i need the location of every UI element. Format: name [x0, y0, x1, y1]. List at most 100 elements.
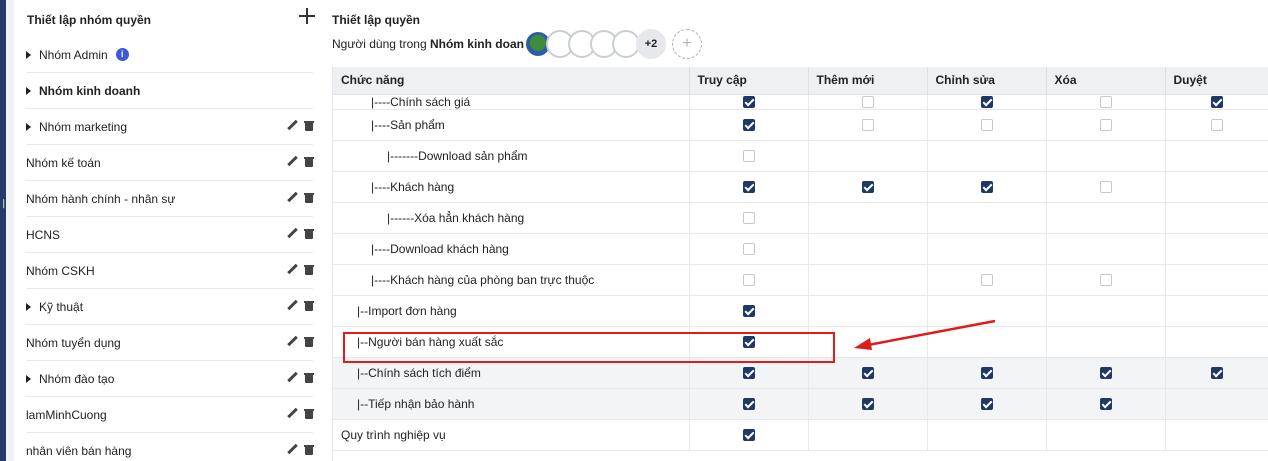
permission-cell [927, 264, 1047, 296]
group-item[interactable]: Nhóm Admin i [26, 37, 313, 73]
checkbox-unchecked[interactable] [742, 274, 755, 287]
group-actions [287, 336, 314, 347]
trash-icon[interactable] [304, 372, 314, 383]
caret-right-icon[interactable] [26, 122, 31, 131]
checkbox-unchecked[interactable] [1099, 96, 1112, 109]
checkbox-checked[interactable] [980, 181, 993, 194]
group-item[interactable]: Nhóm CSKH [26, 253, 314, 289]
checkbox-checked[interactable] [1211, 96, 1223, 109]
checkbox-unchecked[interactable] [980, 119, 993, 132]
checkbox-checked[interactable] [1211, 367, 1223, 380]
checkbox-checked[interactable] [861, 398, 874, 411]
trash-icon[interactable] [304, 192, 314, 203]
trash-icon[interactable] [304, 120, 314, 131]
column-header: Chỉnh sửa [927, 67, 1047, 95]
group-item[interactable]: Nhóm đào tạo [26, 361, 314, 397]
checkbox-checked[interactable] [742, 181, 755, 194]
more-users-badge[interactable]: +2 [636, 29, 666, 59]
group-item[interactable]: Kỹ thuật [26, 289, 314, 325]
permission-cell [1046, 388, 1166, 420]
group-item[interactable]: Nhóm hành chính - nhân sự [26, 181, 314, 217]
permission-cell [808, 264, 928, 296]
permission-cell [927, 295, 1047, 327]
permission-table-wrap[interactable]: Chức năng Truy cập Thêm mới Chỉnh sửa Xóa Duy… [332, 67, 1268, 461]
group-item[interactable]: HCNS [26, 217, 314, 253]
group-item[interactable]: Nhóm tuyển dụng [26, 325, 314, 361]
caret-right-icon[interactable] [26, 374, 31, 383]
info-icon[interactable]: i [115, 48, 129, 61]
checkbox-unchecked[interactable] [1211, 119, 1223, 132]
checkbox-checked[interactable] [1099, 367, 1112, 380]
checkbox-checked[interactable] [742, 367, 755, 380]
trash-icon[interactable] [304, 228, 314, 239]
trash-icon[interactable] [304, 336, 314, 347]
edit-icon[interactable] [287, 228, 298, 239]
group-actions [287, 264, 314, 275]
group-item[interactable]: lamMinhCuong [26, 397, 314, 433]
edit-icon[interactable] [287, 120, 298, 131]
add-group-icon[interactable] [299, 8, 315, 24]
checkbox-unchecked[interactable] [742, 243, 755, 256]
edit-icon[interactable] [287, 336, 298, 347]
checkbox-unchecked[interactable] [980, 274, 993, 287]
checkbox-unchecked[interactable] [742, 212, 755, 225]
checkbox-checked[interactable] [742, 96, 755, 109]
caret-right-icon[interactable] [26, 302, 31, 311]
edit-icon[interactable] [287, 408, 298, 419]
caret-right-icon[interactable] [26, 50, 31, 59]
checkbox-unchecked[interactable] [861, 96, 874, 109]
caret-right-icon[interactable] [26, 86, 31, 95]
trash-icon[interactable] [304, 444, 314, 455]
checkbox-checked[interactable] [742, 398, 755, 411]
checkbox-checked[interactable] [980, 398, 993, 411]
edit-icon[interactable] [287, 372, 298, 383]
checkbox-checked[interactable] [742, 336, 755, 349]
permission-cell [927, 419, 1047, 451]
group-item[interactable]: Nhóm kinh doanh [26, 73, 313, 109]
permission-cell [1165, 171, 1268, 203]
function-name: |----Sản phẩm [333, 109, 690, 141]
permission-cell [689, 264, 809, 296]
users-prefix: Người dùng trong [332, 37, 427, 51]
trash-icon[interactable] [304, 300, 314, 311]
group-item[interactable]: Nhóm kế toán [26, 145, 314, 181]
edit-icon[interactable] [287, 300, 298, 311]
function-name: |----Khách hàng [333, 171, 690, 203]
trash-icon[interactable] [304, 156, 314, 167]
group-item[interactable]: Nhóm marketing [26, 109, 314, 145]
checkbox-checked[interactable] [861, 367, 874, 380]
checkbox-checked[interactable] [980, 96, 993, 109]
checkbox-checked[interactable] [742, 305, 755, 318]
permission-cell [927, 388, 1047, 420]
checkbox-checked[interactable] [861, 181, 874, 194]
checkbox-checked[interactable] [980, 367, 993, 380]
edit-icon[interactable] [287, 264, 298, 275]
checkbox-unchecked[interactable] [1099, 274, 1112, 287]
edit-icon[interactable] [287, 444, 298, 455]
permission-cell [689, 419, 809, 451]
permission-cell [1165, 419, 1268, 451]
permission-cell [1046, 94, 1166, 110]
permission-cell [1165, 94, 1268, 110]
add-user-icon[interactable]: + [672, 29, 702, 59]
group-panel-header: Thiết lập nhóm quyền [14, 0, 327, 37]
permission-panel: Thiết lập quyền Người dùng trong Nhóm ki… [326, 0, 1268, 461]
checkbox-unchecked[interactable] [1099, 181, 1112, 194]
permission-cell [808, 357, 928, 389]
trash-icon[interactable] [304, 408, 314, 419]
table-header-row: Chức năng Truy cập Thêm mới Chỉnh sửa Xóa Duy… [333, 67, 1268, 95]
permission-cell [1165, 202, 1268, 234]
function-name: |--Tiếp nhận bảo hành [333, 388, 690, 420]
checkbox-checked[interactable] [1099, 398, 1112, 411]
checkbox-unchecked[interactable] [742, 150, 755, 163]
checkbox-checked[interactable] [742, 119, 755, 132]
checkbox-unchecked[interactable] [861, 119, 874, 132]
group-item[interactable]: nhân viên bán hàng [26, 433, 314, 461]
group-item-label: Nhóm đào tạo [39, 371, 115, 386]
trash-icon[interactable] [304, 264, 314, 275]
edit-icon[interactable] [287, 156, 298, 167]
checkbox-unchecked[interactable] [1099, 119, 1112, 132]
edit-icon[interactable] [287, 192, 298, 203]
checkbox-checked[interactable] [742, 429, 755, 442]
function-name: |----Download khách hàng [333, 233, 690, 265]
